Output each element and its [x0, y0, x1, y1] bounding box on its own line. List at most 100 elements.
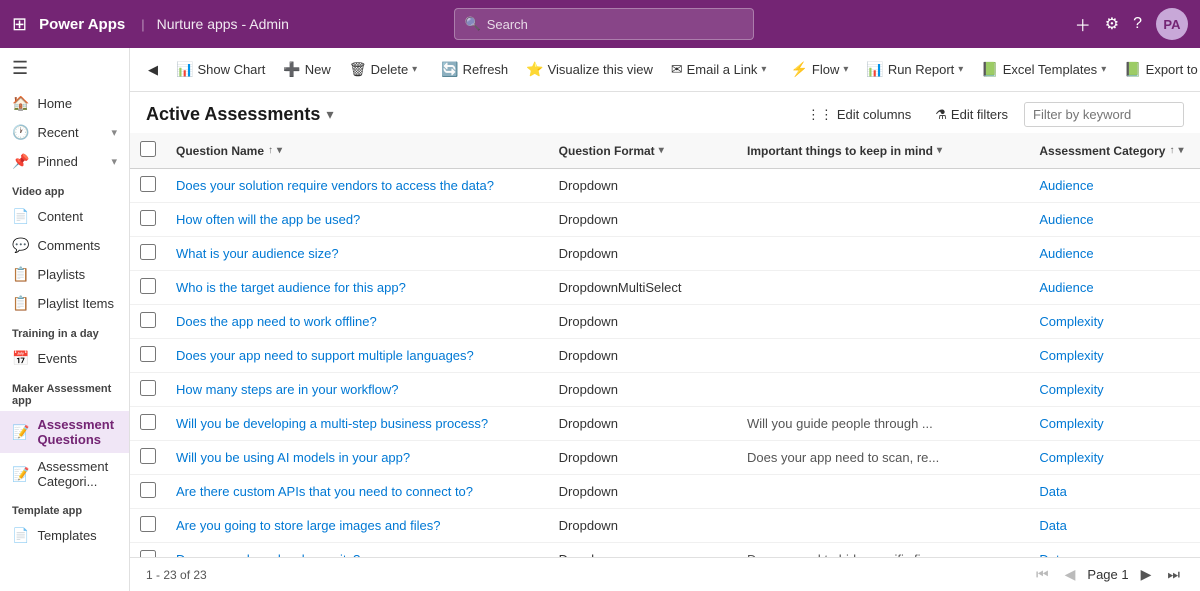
question-name-cell[interactable]: Are you going to store large images and … [166, 509, 549, 543]
row-checkbox-cell[interactable] [130, 271, 166, 305]
question-name-link[interactable]: What is your audience size? [176, 246, 339, 261]
row-checkbox[interactable] [140, 380, 156, 396]
first-page-button[interactable]: ⏮ [1032, 564, 1053, 585]
question-name-cell[interactable]: Who is the target audience for this app? [166, 271, 549, 305]
category-link[interactable]: Complexity [1039, 450, 1103, 465]
assessment-category-cell[interactable]: Complexity [1029, 441, 1200, 475]
category-link[interactable]: Complexity [1039, 348, 1103, 363]
new-button[interactable]: ➕ New [275, 56, 338, 83]
category-link[interactable]: Complexity [1039, 382, 1103, 397]
row-checkbox-cell[interactable] [130, 373, 166, 407]
category-link[interactable]: Audience [1039, 178, 1093, 193]
question-name-cell[interactable]: Does the app need to work offline? [166, 305, 549, 339]
question-name-column[interactable]: Question Name ↑ ▾ [166, 133, 549, 169]
show-chart-button[interactable]: 📊 Show Chart [168, 56, 273, 83]
row-checkbox[interactable] [140, 244, 156, 260]
category-link[interactable]: Data [1039, 518, 1066, 533]
sidebar-item-playlists[interactable]: 📋 Playlists [0, 260, 129, 289]
question-name-link[interactable]: Does your solution require vendors to ac… [176, 178, 494, 193]
question-name-link[interactable]: Will you be using AI models in your app? [176, 450, 410, 465]
row-checkbox-cell[interactable] [130, 203, 166, 237]
sidebar-item-assessment-questions[interactable]: 📝 Assessment Questions [0, 411, 129, 453]
category-link[interactable]: Data [1039, 484, 1066, 499]
row-checkbox[interactable] [140, 482, 156, 498]
assessment-category-cell[interactable]: Audience [1029, 169, 1200, 203]
assessment-category-column[interactable]: Assessment Category ↑ ▾ [1029, 133, 1200, 169]
row-checkbox-cell[interactable] [130, 339, 166, 373]
select-all-checkbox[interactable] [140, 141, 156, 157]
question-name-cell[interactable]: How often will the app be used? [166, 203, 549, 237]
question-name-link[interactable]: Are there custom APIs that you need to c… [176, 484, 473, 499]
flow-button[interactable]: ⚡ Flow ▾ [782, 56, 856, 83]
last-page-button[interactable]: ⏭ [1163, 564, 1184, 585]
keyword-filter-input[interactable] [1024, 102, 1184, 127]
row-checkbox[interactable] [140, 278, 156, 294]
assessment-category-cell[interactable]: Data [1029, 543, 1200, 558]
sidebar-item-assessment-categories[interactable]: 📝 Assessment Categori... [0, 453, 129, 495]
export-excel-button[interactable]: 📗 Export to Excel ▾ [1116, 56, 1200, 83]
question-name-cell[interactable]: How many steps are in your workflow? [166, 373, 549, 407]
assessment-category-cell[interactable]: Complexity [1029, 339, 1200, 373]
question-name-link[interactable]: Will you be developing a multi-step busi… [176, 416, 488, 431]
sidebar-item-events[interactable]: 📅 Events [0, 344, 129, 373]
row-checkbox[interactable] [140, 414, 156, 430]
category-link[interactable]: Audience [1039, 212, 1093, 227]
visualize-button[interactable]: ⭐ Visualize this view [518, 56, 661, 83]
question-name-cell[interactable]: Are there custom APIs that you need to c… [166, 475, 549, 509]
row-checkbox[interactable] [140, 176, 156, 192]
sidebar-item-pinned[interactable]: 📌 Pinned ▾ [0, 147, 129, 176]
row-checkbox-cell[interactable] [130, 237, 166, 271]
category-link[interactable]: Audience [1039, 280, 1093, 295]
edit-filters-button[interactable]: ⚗ Edit filters [927, 103, 1016, 127]
row-checkbox-cell[interactable] [130, 543, 166, 558]
question-name-cell[interactable]: What is your audience size? [166, 237, 549, 271]
assessment-category-cell[interactable]: Audience [1029, 203, 1200, 237]
row-checkbox[interactable] [140, 346, 156, 362]
important-things-column[interactable]: Important things to keep in mind ▾ [737, 133, 1029, 169]
row-checkbox[interactable] [140, 210, 156, 226]
prev-page-button[interactable]: ◀ [1061, 564, 1080, 585]
select-all-column[interactable] [130, 133, 166, 169]
row-checkbox-cell[interactable] [130, 441, 166, 475]
excel-templates-button[interactable]: 📗 Excel Templates ▾ [973, 56, 1114, 83]
row-checkbox[interactable] [140, 516, 156, 532]
delete-button[interactable]: 🗑 Delete ▾ [341, 56, 425, 83]
settings-icon[interactable]: ⚙ [1105, 14, 1119, 34]
refresh-button[interactable]: 🔄 Refresh [433, 56, 516, 83]
row-checkbox-cell[interactable] [130, 407, 166, 441]
row-checkbox[interactable] [140, 312, 156, 328]
question-name-link[interactable]: How many steps are in your workflow? [176, 382, 399, 397]
row-checkbox-cell[interactable] [130, 475, 166, 509]
assessment-category-cell[interactable]: Complexity [1029, 407, 1200, 441]
hamburger-menu[interactable]: ☰ [0, 48, 129, 89]
sidebar-item-templates[interactable]: 📄 Templates [0, 521, 129, 550]
waffle-icon[interactable]: ⊞ [12, 14, 27, 35]
assessment-category-cell[interactable]: Data [1029, 475, 1200, 509]
row-checkbox-cell[interactable] [130, 169, 166, 203]
sidebar-item-recent[interactable]: 🕐 Recent ▾ [0, 118, 129, 147]
help-icon[interactable]: ? [1133, 15, 1142, 33]
next-page-button[interactable]: ▶ [1137, 564, 1156, 585]
question-name-link[interactable]: Are you going to store large images and … [176, 518, 441, 533]
assessment-category-cell[interactable]: Complexity [1029, 373, 1200, 407]
view-title-chevron-icon[interactable]: ▾ [326, 106, 333, 123]
question-name-link[interactable]: Does the app need to work offline? [176, 314, 377, 329]
row-checkbox-cell[interactable] [130, 305, 166, 339]
run-report-button[interactable]: 📊 Run Report ▾ [858, 56, 971, 83]
sidebar-item-comments[interactable]: 💬 Comments [0, 231, 129, 260]
question-name-link[interactable]: Who is the target audience for this app? [176, 280, 406, 295]
question-name-cell[interactable]: Does your solution require vendors to ac… [166, 169, 549, 203]
category-link[interactable]: Audience [1039, 246, 1093, 261]
sidebar-item-content[interactable]: 📄 Content [0, 202, 129, 231]
sidebar-item-playlist-items[interactable]: 📋 Playlist Items [0, 289, 129, 318]
question-format-column[interactable]: Question Format ▾ [549, 133, 737, 169]
email-link-button[interactable]: ✉ Email a Link ▾ [663, 56, 775, 83]
assessment-category-cell[interactable]: Complexity [1029, 305, 1200, 339]
row-checkbox-cell[interactable] [130, 509, 166, 543]
question-name-cell[interactable]: Does your app need to support multiple l… [166, 339, 549, 373]
question-name-cell[interactable]: Will you be developing a multi-step busi… [166, 407, 549, 441]
search-box[interactable]: 🔍 Search [454, 8, 754, 40]
avatar[interactable]: PA [1156, 8, 1188, 40]
assessment-category-cell[interactable]: Data [1029, 509, 1200, 543]
category-link[interactable]: Complexity [1039, 416, 1103, 431]
